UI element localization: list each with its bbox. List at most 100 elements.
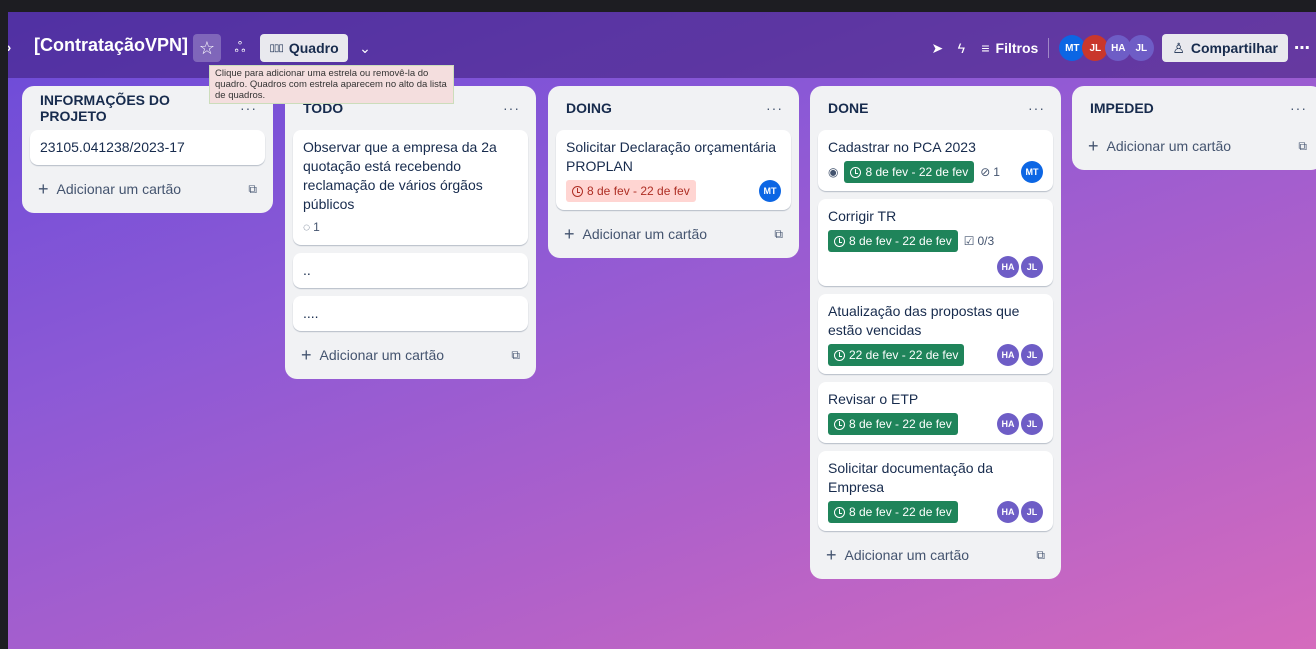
comments-badge: ◌ 1 <box>303 218 320 237</box>
list-done: DONE ··· Cadastrar no PCA 2023 ◉ 8 de fe… <box>810 86 1061 579</box>
star-tooltip: Clique para adicionar uma estrela ou rem… <box>209 65 454 104</box>
add-card-button[interactable]: + Adicionar um cartão ⧉ <box>293 339 528 371</box>
list-header[interactable]: DOING ··· <box>556 86 791 130</box>
avatar[interactable]: JL <box>1021 344 1043 366</box>
plus-icon: + <box>301 344 312 365</box>
card[interactable]: Cadastrar no PCA 2023 ◉ 8 de fev - 22 de… <box>818 130 1053 191</box>
list-title: DOING <box>566 100 612 116</box>
avatar[interactable]: HA <box>997 501 1019 523</box>
more-icon[interactable]: ⋯ <box>1288 38 1316 58</box>
due-date-badge[interactable]: 8 de fev - 22 de fev <box>828 230 958 252</box>
add-person-icon: ♙ <box>1172 39 1185 56</box>
list-more-icon[interactable]: ··· <box>1290 100 1307 116</box>
plus-icon: + <box>38 178 49 199</box>
paperclip-icon: ⊘ <box>980 164 991 179</box>
list-doing: DOING ··· Solicitar Declaração orçamentá… <box>548 86 799 258</box>
chevron-down-icon[interactable]: ⌄ <box>353 34 377 62</box>
checklist-count: 0/3 <box>977 233 995 248</box>
due-date-text: 8 de fev - 22 de fev <box>849 416 952 431</box>
due-date-text: 8 de fev - 22 de fev <box>849 504 952 519</box>
list-more-icon[interactable]: ··· <box>503 100 520 116</box>
share-button[interactable]: ♙ Compartilhar <box>1162 34 1288 62</box>
add-card-label: Adicionar um cartão <box>56 181 182 197</box>
list-impeded: IMPEDED ··· + Adicionar um cartão ⧉ <box>1072 86 1316 170</box>
list-title: IMPEDED <box>1090 100 1154 116</box>
card[interactable]: Atualização das propostas que estão venc… <box>818 294 1053 374</box>
add-card-button[interactable]: + Adicionar um cartão ⧉ <box>1080 130 1315 162</box>
due-date-badge[interactable]: 8 de fev - 22 de fev <box>828 501 958 523</box>
card-title: Corrigir TR <box>828 208 897 224</box>
clock-icon <box>572 185 583 197</box>
template-icon[interactable]: ⧉ <box>1298 139 1307 154</box>
board-canvas: › [ContrataçãoVPN] ☆ ஃ ▯▯▯ Quadro ⌄ ➤ ϟ … <box>8 12 1316 649</box>
avatar[interactable]: HA <box>997 344 1019 366</box>
filters-button[interactable]: ≡ Filtros <box>981 40 1038 56</box>
card[interactable]: Solicitar documentação da Empresa 8 de f… <box>818 451 1053 531</box>
add-card-label: Adicionar um cartão <box>582 226 708 242</box>
template-icon[interactable]: ⧉ <box>511 348 520 363</box>
due-date-text: 22 de fev - 22 de fev <box>849 347 959 362</box>
card[interactable]: 23105.041238/2023-17 <box>30 130 265 165</box>
clock-icon <box>834 418 845 430</box>
card-title: Atualização das propostas que estão venc… <box>828 303 1020 338</box>
avatar[interactable]: MT <box>759 180 781 202</box>
divider <box>1048 38 1050 58</box>
list-informacoes: INFORMAÇÕES DO PROJETO ··· 23105.041238/… <box>22 86 273 213</box>
card[interactable]: Solicitar Declaração orçamentária PROPLA… <box>556 130 791 210</box>
board-view-icon: ▯▯▯ <box>269 42 283 54</box>
attachments-badge: ⊘ 1 <box>980 163 1000 182</box>
header-right-tools: ➤ ϟ ≡ Filtros MT JL HA JL ♙ Compartilhar… <box>925 34 1316 62</box>
due-date-badge[interactable]: 8 de fev - 22 de fev <box>566 180 696 202</box>
card[interactable]: Observar que a empresa da 2a quotação es… <box>293 130 528 245</box>
card[interactable]: .. <box>293 253 528 288</box>
avatar[interactable]: JL <box>1128 35 1155 61</box>
clock-icon <box>834 349 845 361</box>
board-title[interactable]: [ContrataçãoVPN] <box>34 35 188 56</box>
due-date-badge[interactable]: 8 de fev - 22 de fev <box>844 161 975 183</box>
clock-icon <box>850 166 862 178</box>
board-header: › [ContrataçãoVPN] ☆ ஃ ▯▯▯ Quadro ⌄ ➤ ϟ … <box>8 12 1316 78</box>
visibility-icon[interactable]: ஃ <box>228 34 252 62</box>
template-icon[interactable]: ⧉ <box>248 182 257 197</box>
avatar[interactable]: JL <box>1021 501 1043 523</box>
add-card-label: Adicionar um cartão <box>1106 138 1232 154</box>
card[interactable]: .... <box>293 296 528 331</box>
due-date-badge[interactable]: 8 de fev - 22 de fev <box>828 413 958 435</box>
add-card-button[interactable]: + Adicionar um cartão ⧉ <box>818 539 1053 571</box>
plus-icon: + <box>826 544 837 565</box>
checklist-badge: ☑ 0/3 <box>964 232 994 251</box>
clock-icon <box>834 506 845 518</box>
add-card-button[interactable]: + Adicionar um cartão ⧉ <box>556 218 791 250</box>
avatar[interactable]: JL <box>1021 413 1043 435</box>
star-icon[interactable]: ☆ <box>193 34 221 62</box>
card[interactable]: Revisar o ETP 8 de fev - 22 de fev HA JL <box>818 382 1053 443</box>
list-header[interactable]: IMPEDED ··· <box>1080 86 1315 130</box>
avatar[interactable]: JL <box>1021 256 1043 278</box>
due-date-badge[interactable]: 22 de fev - 22 de fev <box>828 344 965 366</box>
card-title: Solicitar Declaração orçamentária PROPLA… <box>566 139 777 174</box>
card[interactable]: Corrigir TR 8 de fev - 22 de fev ☑ 0/3 H… <box>818 199 1053 286</box>
template-icon[interactable]: ⧉ <box>1036 548 1045 563</box>
add-card-button[interactable]: + Adicionar um cartão ⧉ <box>30 173 265 205</box>
filters-label: Filtros <box>995 40 1039 56</box>
automation-icon[interactable]: ϟ <box>949 40 973 56</box>
clock-icon <box>834 235 845 247</box>
avatar[interactable]: HA <box>997 256 1019 278</box>
send-icon[interactable]: ➤ <box>925 40 949 57</box>
due-date-text: 8 de fev - 22 de fev <box>865 164 969 179</box>
checklist-icon: ☑ <box>963 233 975 248</box>
view-switcher-button[interactable]: ▯▯▯ Quadro <box>260 34 348 62</box>
list-more-icon[interactable]: ··· <box>1028 100 1045 116</box>
card-title: Solicitar documentação da Empresa <box>828 460 993 495</box>
comment-count: 1 <box>313 220 320 234</box>
list-todo: TODO ··· Observar que a empresa da 2a qu… <box>285 86 536 379</box>
watch-icon: ◉ <box>828 164 839 179</box>
avatar[interactable]: HA <box>997 413 1019 435</box>
avatar[interactable]: MT <box>1021 161 1043 183</box>
filter-icon: ≡ <box>981 40 990 56</box>
list-header[interactable]: DONE ··· <box>818 86 1053 130</box>
list-more-icon[interactable]: ··· <box>766 100 783 116</box>
sidebar-toggle-icon[interactable]: › <box>8 36 18 58</box>
template-icon[interactable]: ⧉ <box>774 227 783 242</box>
due-date-text: 8 de fev - 22 de fev <box>587 183 690 198</box>
